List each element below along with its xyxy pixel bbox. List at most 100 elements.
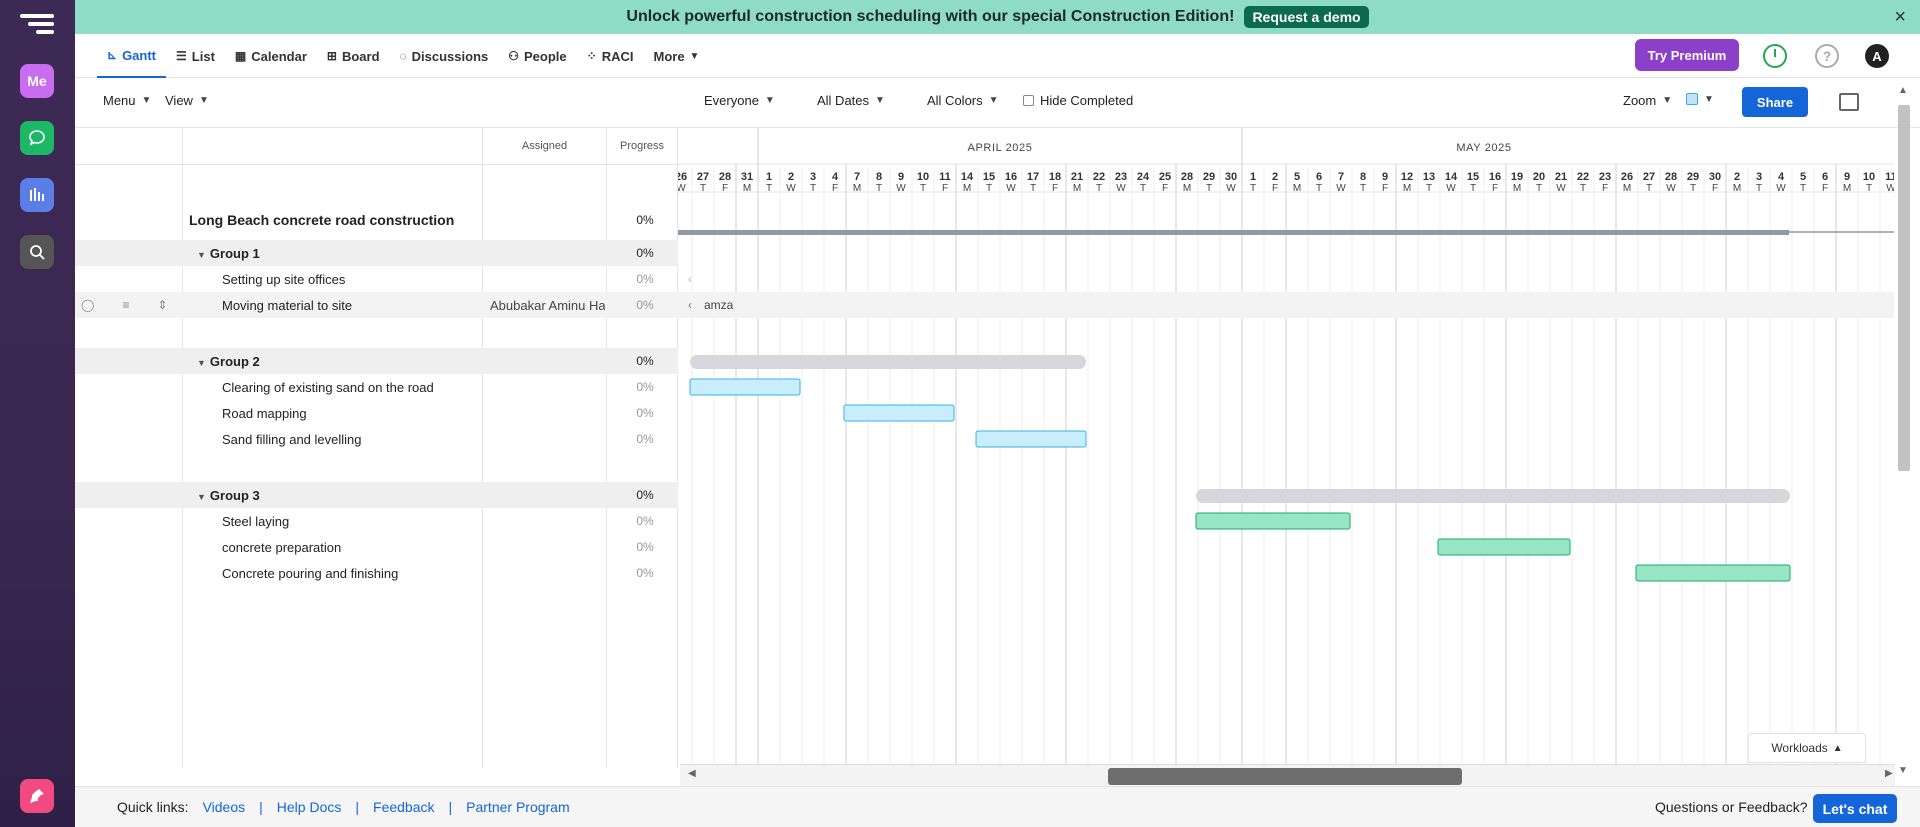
weekday-label: T	[1140, 183, 1146, 194]
day-number-label: 22	[1577, 171, 1589, 183]
day-number-label: 2	[788, 171, 794, 183]
collapse-icon[interactable]: ▼	[197, 250, 206, 260]
task-row[interactable]: Concrete pouring and finishing 0%	[75, 560, 678, 586]
workloads-tab[interactable]: Workloads ▲	[1748, 733, 1866, 763]
weekday-label: T	[876, 183, 882, 194]
day-number-label: 10	[917, 171, 929, 183]
reports-icon[interactable]	[20, 178, 54, 212]
group-row[interactable]: ▼ Group 2 0%	[75, 348, 678, 374]
row-progress: 0%	[636, 272, 654, 286]
help-icon[interactable]: ?	[1815, 44, 1839, 68]
scroll-down-icon[interactable]: ▼	[1898, 765, 1908, 776]
task-row[interactable]: concrete preparation 0%	[75, 534, 678, 560]
chat-icon[interactable]	[20, 121, 54, 155]
color-swatch	[1686, 93, 1698, 105]
promo-banner: Unlock powerful construction scheduling …	[75, 0, 1920, 34]
weekday-label: T	[1250, 183, 1256, 194]
link-separator: |	[355, 799, 360, 815]
tab-people[interactable]: ⚇ People	[498, 34, 576, 78]
vertical-scrollbar[interactable]: ▲ ▼	[1894, 83, 1914, 776]
group-row[interactable]: ▼ Group 1 0%	[75, 240, 678, 266]
task-row[interactable]: Moving material to site Abubakar Aminu Ha…	[75, 292, 678, 318]
everyone-filter[interactable]: Everyone ▼	[704, 93, 775, 108]
day-number-label: 10	[1863, 171, 1875, 183]
weekday-label: M	[1733, 183, 1741, 194]
day-number-label: 19	[1511, 171, 1523, 183]
top-nav: ⊾ Gantt ☰ List ▦ Calendar ⊞ Board ◌ Discussions ⚇ P…	[75, 34, 1920, 78]
quick-links: Quick links: Videos | Help Docs | Feedback | P…	[117, 799, 570, 815]
footer-link-help-docs[interactable]: Help Docs	[277, 799, 342, 815]
day-number-label: 28	[719, 171, 731, 183]
try-premium-button[interactable]: Try Premium	[1635, 39, 1739, 71]
day-number-label: 30	[1709, 171, 1721, 183]
weekday-label: T	[1316, 183, 1322, 194]
notes-icon[interactable]: ≡	[122, 298, 129, 312]
scroll-right-icon[interactable]: ▶	[1885, 768, 1893, 779]
color-picker[interactable]: ▼	[1686, 93, 1714, 105]
chevron-up-icon: ▲	[1832, 742, 1843, 754]
search-icon[interactable]	[20, 235, 54, 269]
tab-calendar[interactable]: ▦ Calendar	[225, 34, 317, 78]
task-bar	[689, 378, 801, 396]
footer-link-feedback[interactable]: Feedback	[373, 799, 434, 815]
day-number-label: 26	[1621, 171, 1633, 183]
task-row[interactable]: Setting up site offices 0%	[75, 266, 678, 292]
scroll-left-icon[interactable]: ◀	[688, 768, 696, 779]
task-row[interactable]: Clearing of existing sand on the road 0%	[75, 374, 678, 400]
colors-filter[interactable]: All Colors ▼	[927, 93, 999, 108]
row-progress: 0%	[636, 432, 654, 446]
task-bar	[1195, 512, 1351, 530]
zoom-dropdown[interactable]: Zoom ▼	[1623, 93, 1672, 108]
share-button[interactable]: Share	[1742, 87, 1808, 117]
comment-icon[interactable]: ◯	[81, 298, 94, 312]
chevron-down-icon: ▼	[141, 95, 152, 106]
collapse-icon[interactable]: ▼	[197, 358, 206, 368]
checkbox[interactable]	[1023, 95, 1034, 106]
weekday-label: W	[1886, 183, 1894, 194]
lets-chat-button[interactable]: Let's chat	[1813, 794, 1897, 823]
scrollbar-thumb[interactable]	[1898, 105, 1910, 471]
footer-link-partner-program[interactable]: Partner Program	[466, 799, 569, 815]
progress-column-header[interactable]: Progress	[606, 128, 678, 164]
me-button[interactable]: Me	[20, 64, 54, 98]
row-label: Group 3	[209, 487, 260, 503]
task-name: concrete preparation	[222, 540, 341, 555]
menu-dropdown[interactable]: Menu ▼	[103, 93, 151, 108]
assigned-column-header[interactable]: Assigned	[483, 128, 606, 164]
weekday-label: M	[1183, 183, 1191, 194]
request-demo-button[interactable]: Request a demo	[1244, 6, 1369, 28]
weekday-label: T	[1426, 183, 1432, 194]
zoom-label: Zoom	[1623, 93, 1657, 108]
avatar[interactable]: A	[1865, 44, 1889, 68]
task-row[interactable]: Sand filling and levelling 0%	[75, 426, 678, 452]
presentation-icon[interactable]	[1839, 93, 1859, 111]
day-number-label: 28	[1665, 171, 1677, 183]
collapse-icon[interactable]: ▼	[197, 492, 206, 502]
pin-icon[interactable]	[20, 779, 54, 813]
group-row[interactable]: ▼ Group 3 0%	[75, 482, 678, 508]
tab-discussions[interactable]: ◌ Discussions	[390, 34, 499, 78]
footer-link-videos[interactable]: Videos	[203, 799, 246, 815]
tab-more[interactable]: More ▼	[643, 34, 709, 78]
tab-board[interactable]: ⊞ Board	[317, 34, 390, 78]
horizontal-scrollbar[interactable]: ◀ ▶	[680, 764, 1895, 786]
assignee[interactable]: Abubakar Aminu Hamza	[490, 298, 605, 313]
hide-completed-checkbox[interactable]: Hide Completed	[1023, 93, 1133, 108]
tab-raci[interactable]: ⁘ RACI	[577, 34, 644, 78]
day-number-label: 30	[1225, 171, 1237, 183]
project-row[interactable]: Long Beach concrete road construction 0%	[75, 208, 678, 232]
app-logo-icon[interactable]	[20, 14, 54, 42]
clock-icon[interactable]	[1763, 44, 1787, 68]
weekday-label: W	[896, 183, 906, 194]
close-icon[interactable]: ×	[1894, 6, 1906, 29]
scroll-up-icon[interactable]: ▲	[1898, 85, 1908, 96]
task-row[interactable]: Road mapping 0%	[75, 400, 678, 426]
dates-filter[interactable]: All Dates ▼	[817, 93, 885, 108]
day-number-label: 16	[1005, 171, 1017, 183]
tab-gantt[interactable]: ⊾ Gantt	[97, 34, 167, 78]
scrollbar-thumb[interactable]	[1108, 768, 1462, 785]
task-row[interactable]: Steel laying 0%	[75, 508, 678, 534]
tab-list[interactable]: ☰ List	[166, 34, 225, 78]
view-dropdown[interactable]: View ▼	[165, 93, 209, 108]
drag-handle-icon[interactable]: ⇕	[157, 298, 167, 312]
